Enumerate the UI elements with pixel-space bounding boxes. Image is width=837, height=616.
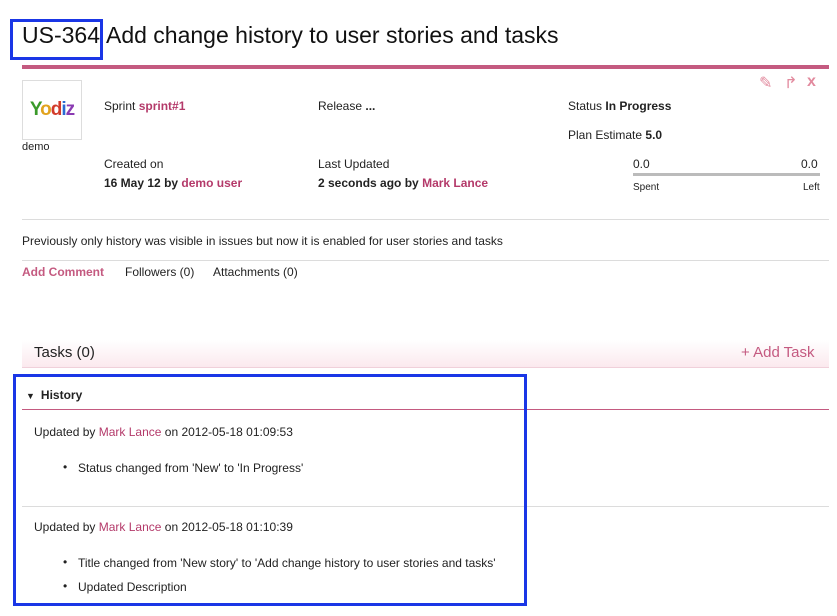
project-name: demo xyxy=(22,141,50,153)
project-logo[interactable]: Yodiz xyxy=(22,80,82,140)
release-value[interactable]: ... xyxy=(365,99,375,113)
story-title: Add change history to user stories and t… xyxy=(105,22,559,48)
title-divider xyxy=(22,65,829,69)
sprint-field: Sprint sprint#1 xyxy=(104,99,186,113)
tab-attachments[interactable]: Attachments (0) xyxy=(213,265,298,279)
tasks-header xyxy=(22,340,829,368)
close-icon[interactable]: x xyxy=(807,73,816,91)
status-value[interactable]: In Progress xyxy=(605,99,671,113)
plan-estimate-value[interactable]: 5.0 xyxy=(645,128,662,142)
updated-value: 2 seconds ago by Mark Lance xyxy=(318,176,489,190)
status-field: Status In Progress xyxy=(568,99,672,113)
updated-label: Last Updated xyxy=(318,157,390,171)
spent-value: 0.0 xyxy=(633,157,650,171)
story-id-highlight xyxy=(10,19,103,60)
sprint-link[interactable]: sprint#1 xyxy=(139,99,186,113)
description-divider xyxy=(22,260,829,261)
tab-add-comment[interactable]: Add Comment xyxy=(22,265,104,279)
tasks-title: Tasks (0) xyxy=(34,344,95,361)
left-label: Left xyxy=(803,182,820,193)
yodiz-logo: Yodiz xyxy=(29,99,75,120)
add-task-button[interactable]: + Add Task xyxy=(741,344,815,361)
effort-progress-bar xyxy=(633,173,820,176)
created-value: 16 May 12 by demo user xyxy=(104,176,243,190)
created-label: Created on xyxy=(104,157,164,171)
created-user-link[interactable]: demo user xyxy=(181,176,242,190)
pencil-icon[interactable]: ✎ xyxy=(759,73,772,93)
updated-user-link[interactable]: Mark Lance xyxy=(422,176,488,190)
release-field: Release ... xyxy=(318,99,376,113)
history-highlight xyxy=(13,374,527,606)
tab-followers[interactable]: Followers (0) xyxy=(125,265,194,279)
story-description: Previously only history was visible in i… xyxy=(22,234,503,248)
plan-estimate-field: Plan Estimate 5.0 xyxy=(568,128,663,142)
left-value: 0.0 xyxy=(801,157,818,171)
spent-label: Spent xyxy=(633,182,660,193)
arrow-icon[interactable]: ↱ xyxy=(784,73,797,93)
details-divider xyxy=(22,219,829,220)
